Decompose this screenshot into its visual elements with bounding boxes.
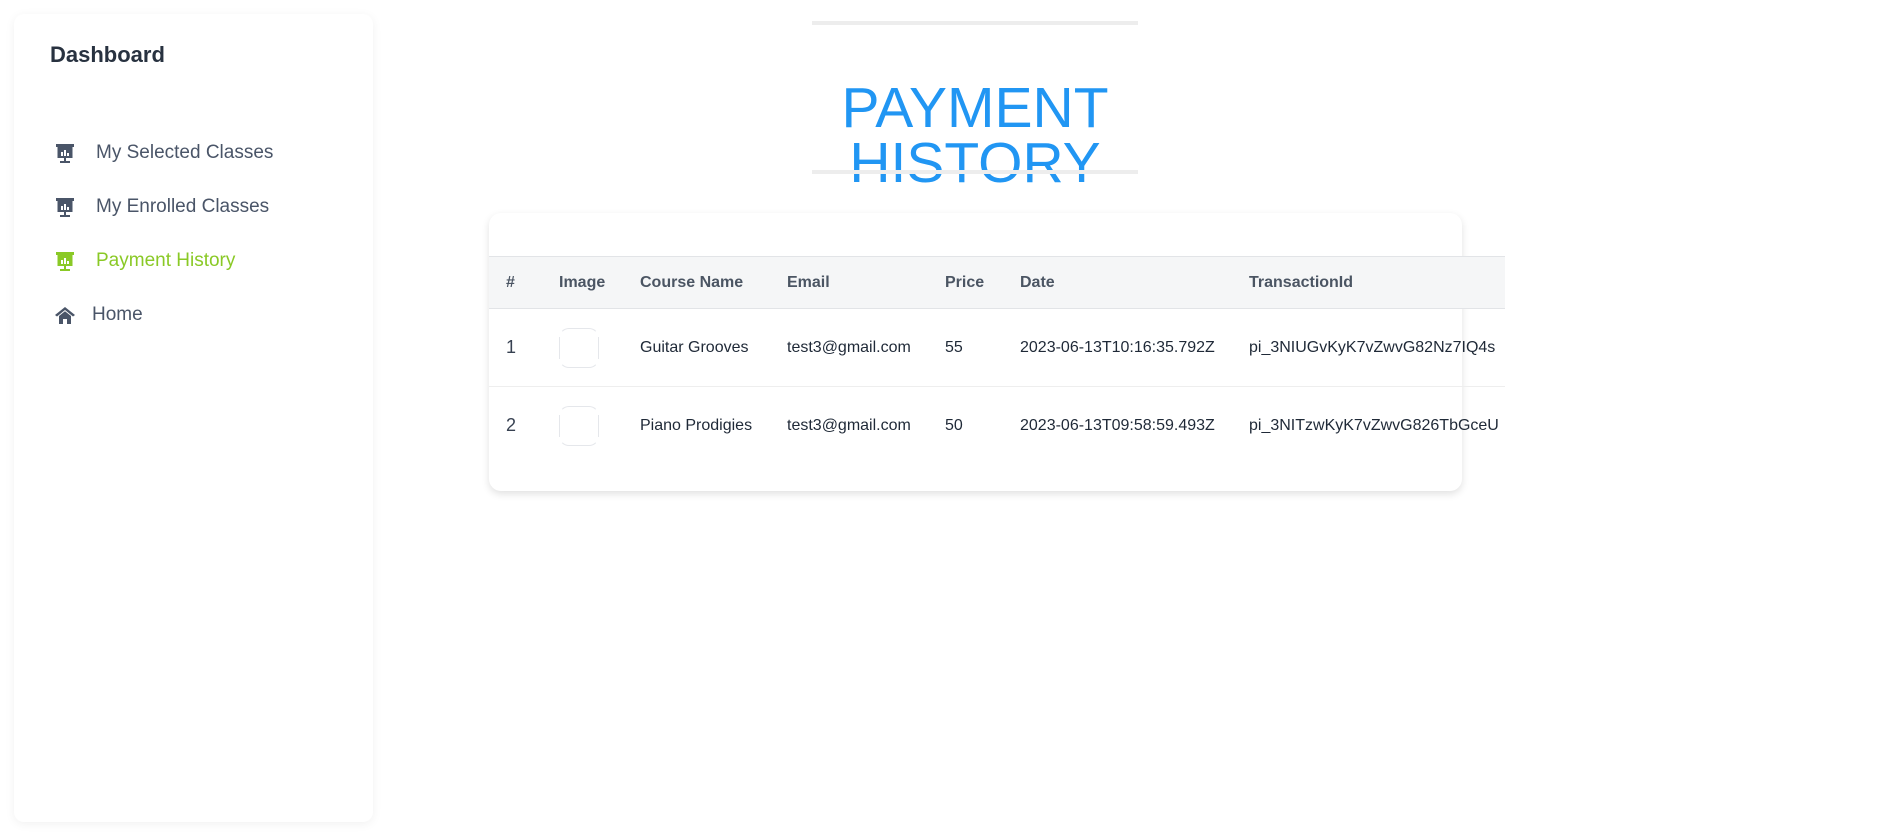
course-image-cell — [559, 309, 640, 387]
course-image-cell — [559, 387, 640, 465]
email: test3@gmail.com — [787, 338, 911, 356]
column-header-price: Price — [945, 273, 985, 291]
presentation-chart-icon — [54, 196, 76, 218]
price: 55 — [945, 338, 963, 356]
sidebar-item-label: My Enrolled Classes — [96, 196, 270, 217]
sidebar-nav: My Selected Classes My Enrolled Classes … — [54, 126, 354, 342]
sidebar: Dashboard My Selected Classes My Enrolle… — [14, 14, 373, 822]
row-number: 2 — [506, 415, 517, 436]
email: test3@gmail.com — [787, 416, 911, 434]
date: 2023-06-13T09:58:59.493Z — [1020, 416, 1215, 434]
table-row: 1 Guitar Grooves test3@gmail.com 55 2023… — [489, 309, 1505, 387]
table-header-row: # Image Course Name Email Price Date Tra… — [489, 256, 1505, 309]
column-header-number: # — [506, 273, 515, 291]
column-header-image: Image — [559, 273, 606, 291]
column-header-email: Email — [787, 273, 830, 291]
payment-history-table: # Image Course Name Email Price Date Tra… — [489, 256, 1505, 465]
price: 50 — [945, 416, 963, 434]
course-name: Guitar Grooves — [640, 338, 749, 356]
sidebar-item-home[interactable]: Home — [54, 288, 354, 342]
sidebar-item-label: Payment History — [96, 250, 236, 271]
column-header-course-name: Course Name — [640, 273, 744, 291]
sidebar-item-payment-history[interactable]: Payment History — [54, 234, 354, 288]
sidebar-item-label: My Selected Classes — [96, 142, 274, 163]
presentation-chart-icon — [54, 250, 76, 272]
transaction-id: pi_3NIUGvKyK7vZwvG82Nz7IQ4s — [1249, 338, 1496, 356]
date: 2023-06-13T10:16:35.792Z — [1020, 338, 1215, 356]
sidebar-title: Dashboard — [50, 42, 165, 67]
page-title-block: PAYMENT HISTORY — [812, 21, 1138, 192]
table-row: 2 Piano Prodigies test3@gmail.com 50 202… — [489, 387, 1505, 465]
column-header-date: Date — [1020, 273, 1055, 291]
home-icon — [54, 304, 76, 326]
title-divider-bottom — [812, 170, 1138, 174]
presentation-chart-icon — [54, 142, 76, 164]
page-title: PAYMENT HISTORY — [812, 80, 1138, 192]
column-header-transaction-id: TransactionId — [1249, 273, 1354, 291]
row-number: 1 — [506, 337, 517, 357]
sidebar-item-my-selected-classes[interactable]: My Selected Classes — [54, 126, 354, 180]
course-name: Piano Prodigies — [640, 416, 753, 434]
title-divider-top — [812, 21, 1138, 25]
payment-table-container: # Image Course Name Email Price Date Tra… — [489, 256, 1505, 465]
course-image — [559, 405, 599, 446]
course-image — [559, 327, 599, 368]
page-title-line2: HISTORY — [849, 131, 1101, 196]
sidebar-item-my-enrolled-classes[interactable]: My Enrolled Classes — [54, 180, 354, 234]
sidebar-item-label: Home — [92, 304, 143, 325]
transaction-id: pi_3NITzwKyK7vZwvG826TbGceU — [1249, 416, 1499, 434]
